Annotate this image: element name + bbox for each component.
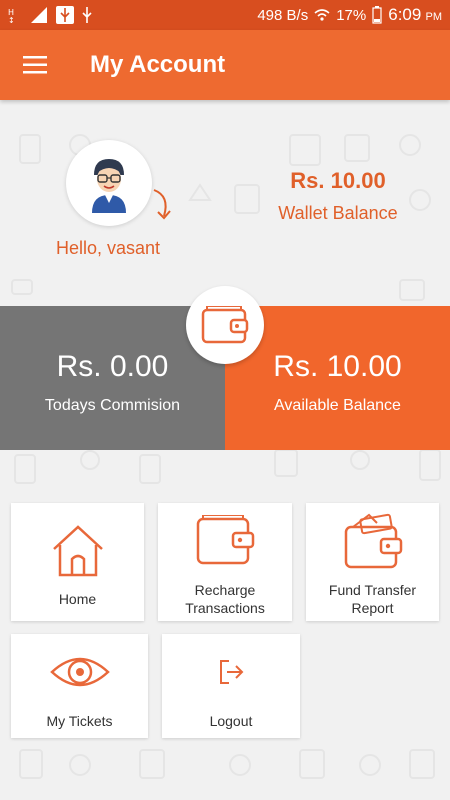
commission-amount: Rs. 0.00 bbox=[56, 350, 169, 383]
usb-icon bbox=[56, 6, 74, 24]
available-label: Available Balance bbox=[274, 397, 401, 414]
my-tickets-label: My Tickets bbox=[46, 713, 113, 729]
status-right: 498 B/s 17% 6:09 PM bbox=[257, 5, 442, 25]
fund-label-line2: Report bbox=[351, 600, 394, 616]
wallet-icon bbox=[196, 515, 255, 565]
clock: 6:09 PM bbox=[388, 5, 442, 25]
menu-button[interactable] bbox=[0, 30, 70, 100]
network-speed: 498 B/s bbox=[257, 6, 309, 24]
battery-percent: 17% bbox=[336, 6, 367, 24]
wallet-balance-label: Wallet Balance bbox=[278, 203, 398, 223]
available-amount: Rs. 10.00 bbox=[273, 350, 402, 383]
fund-transfer-report-card[interactable]: Fund Transfer Report bbox=[306, 503, 439, 621]
greeting-text: Hello, vasant bbox=[56, 238, 161, 258]
battery-icon bbox=[372, 6, 382, 24]
recharge-transactions-label: Recharge Transactions bbox=[158, 581, 292, 617]
signal-bars-icon bbox=[31, 7, 49, 23]
clock-ampm: PM bbox=[425, 11, 443, 23]
recharge-label-line1: Recharge bbox=[194, 582, 256, 598]
commission-label: Todays Commision bbox=[44, 397, 181, 414]
home-icon bbox=[52, 525, 103, 577]
my-tickets-card[interactable]: My Tickets bbox=[11, 634, 148, 738]
home-card[interactable]: Home bbox=[11, 503, 144, 621]
logout-icon bbox=[220, 660, 244, 684]
status-left: H ↕ bbox=[8, 6, 93, 24]
money-wallet-icon bbox=[344, 513, 402, 569]
clock-time: 6:09 bbox=[388, 5, 422, 24]
usb-icon bbox=[81, 7, 93, 23]
fund-transfer-report-label: Fund Transfer Report bbox=[306, 581, 439, 617]
svg-text:↕: ↕ bbox=[8, 16, 15, 23]
app-bar: My Account bbox=[0, 30, 450, 100]
wallet-icon bbox=[201, 306, 249, 344]
recharge-transactions-card[interactable]: Recharge Transactions bbox=[158, 503, 292, 621]
user-avatar-icon bbox=[92, 159, 126, 213]
fund-label-line1: Fund Transfer bbox=[328, 582, 417, 598]
avatar[interactable] bbox=[66, 140, 152, 226]
home-label: Home bbox=[58, 591, 97, 607]
signal-h-icon: H ↕ bbox=[8, 7, 24, 23]
eye-icon bbox=[49, 657, 110, 687]
wallet-balance-amount: Rs. 10.00 bbox=[290, 168, 386, 193]
recharge-label-line2: Transactions bbox=[185, 600, 265, 616]
page-title: My Account bbox=[90, 51, 226, 78]
status-bar: H ↕ 498 B/s 17% 6:09 PM bbox=[0, 0, 450, 30]
logout-card[interactable]: Logout bbox=[162, 634, 300, 738]
wallet-badge bbox=[186, 286, 264, 364]
curved-arrow-icon bbox=[153, 189, 171, 220]
logout-label: Logout bbox=[209, 713, 253, 729]
hamburger-icon bbox=[23, 56, 47, 74]
wifi-icon bbox=[314, 8, 330, 22]
